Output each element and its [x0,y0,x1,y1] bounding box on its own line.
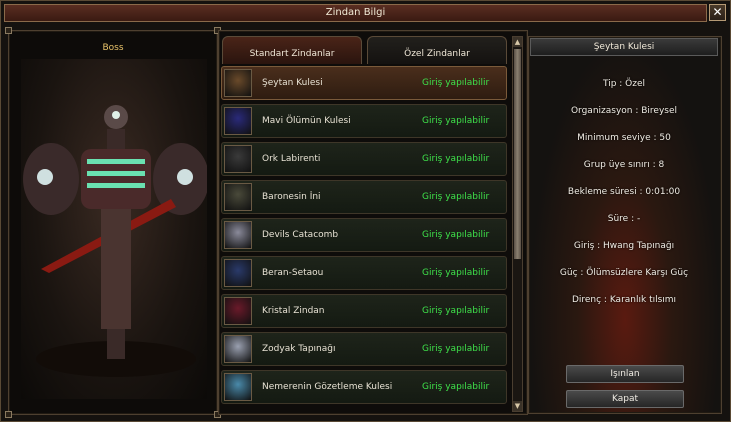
dungeon-name: Devils Catacomb [262,230,339,240]
detail-line: Süre : - [607,214,641,224]
dungeon-thumbnail [224,259,252,287]
dungeon-name: Şeytan Kulesi [262,78,323,88]
dungeon-row[interactable]: Mavi Ölümün Kulesi Giriş yapılabilir [221,104,507,138]
dungeon-status: Giriş yapılabilir [422,192,490,202]
scroll-down-icon[interactable]: ▼ [513,401,522,411]
dungeon-status: Giriş yapılabilir [422,268,490,278]
tab-special-dungeons[interactable]: Özel Zindanlar [367,36,507,64]
detail-line: Güç : Ölümsüzlere Karşı Güç [559,268,689,278]
dungeon-name: Kristal Zindan [262,306,325,316]
detail-line: Tip : Özel [602,79,646,89]
dungeon-thumbnail [224,145,252,173]
dungeon-row[interactable]: Baronesin İni Giriş yapılabilir [221,180,507,214]
dungeon-status: Giriş yapılabilir [422,78,490,88]
dungeon-thumbnail [224,373,252,401]
detail-title: Şeytan Kulesi [530,38,718,56]
dungeon-thumbnail [224,221,252,249]
tab-standard-dungeons[interactable]: Standart Zindanlar [222,36,362,64]
dungeon-name: Nemerenin Gözetleme Kulesi [262,382,393,392]
dungeon-thumbnail [224,69,252,97]
dungeon-name: Ork Labirenti [262,154,321,164]
dungeon-row[interactable]: Devils Catacomb Giriş yapılabilir [221,218,507,252]
close-icon[interactable]: ✕ [709,4,726,21]
detail-line: Grup üye sınırı : 8 [583,160,665,170]
boss-panel: Boss [5,27,221,418]
dungeon-thumbnail [224,107,252,135]
frame-corner [5,27,12,34]
window-title: Zindan Bilgi [4,4,707,22]
frame-corner [5,411,12,418]
scrollbar[interactable]: ▲ ▼ [512,36,523,412]
scroll-up-icon[interactable]: ▲ [513,37,522,47]
dungeon-name: Baronesin İni [262,192,321,202]
boss-image [21,59,209,399]
dungeon-status: Giriş yapılabilir [422,154,490,164]
dungeon-name: Beran-Setaou [262,268,324,278]
detail-line: Organizasyon : Bireysel [570,106,678,116]
detail-line: Bekleme süresi : 0:01:00 [567,187,681,197]
dungeon-status: Giriş yapılabilir [422,230,490,240]
close-button[interactable]: Kapat [566,390,684,408]
dungeon-status: Giriş yapılabilir [422,344,490,354]
dungeon-row[interactable]: Beran-Setaou Giriş yapılabilir [221,256,507,290]
dungeon-thumbnail [224,335,252,363]
dungeon-list: Şeytan Kulesi Giriş yapılabilir Mavi Ölümü… [221,66,508,411]
dungeon-row[interactable]: Ork Labirenti Giriş yapılabilir [221,142,507,176]
dungeon-thumbnail [224,297,252,325]
boss-label: Boss [102,43,124,53]
dungeon-row[interactable]: Şeytan Kulesi Giriş yapılabilir [221,66,507,100]
dungeon-thumbnail [224,183,252,211]
teleport-button[interactable]: Işınlan [566,365,684,383]
detail-line: Minimum seviye : 50 [577,133,671,143]
detail-line: Direnç : Karanlık tılsımı [571,295,677,305]
detail-line: Giriş : Hwang Tapınağı [573,241,675,251]
dungeon-row[interactable]: Zodyak Tapınağı Giriş yapılabilir [221,332,507,366]
scrollbar-thumb[interactable] [514,49,521,259]
dungeon-name: Zodyak Tapınağı [262,344,336,354]
dungeon-status: Giriş yapılabilir [422,382,490,392]
dungeon-row[interactable]: Kristal Zindan Giriş yapılabilir [221,294,507,328]
dungeon-name: Mavi Ölümün Kulesi [262,116,351,126]
dungeon-status: Giriş yapılabilir [422,116,490,126]
dungeon-row[interactable]: Nemerenin Gözetleme Kulesi Giriş yapılabi… [221,370,507,404]
dungeon-detail-panel [528,36,722,414]
dungeon-status: Giriş yapılabilir [422,306,490,316]
